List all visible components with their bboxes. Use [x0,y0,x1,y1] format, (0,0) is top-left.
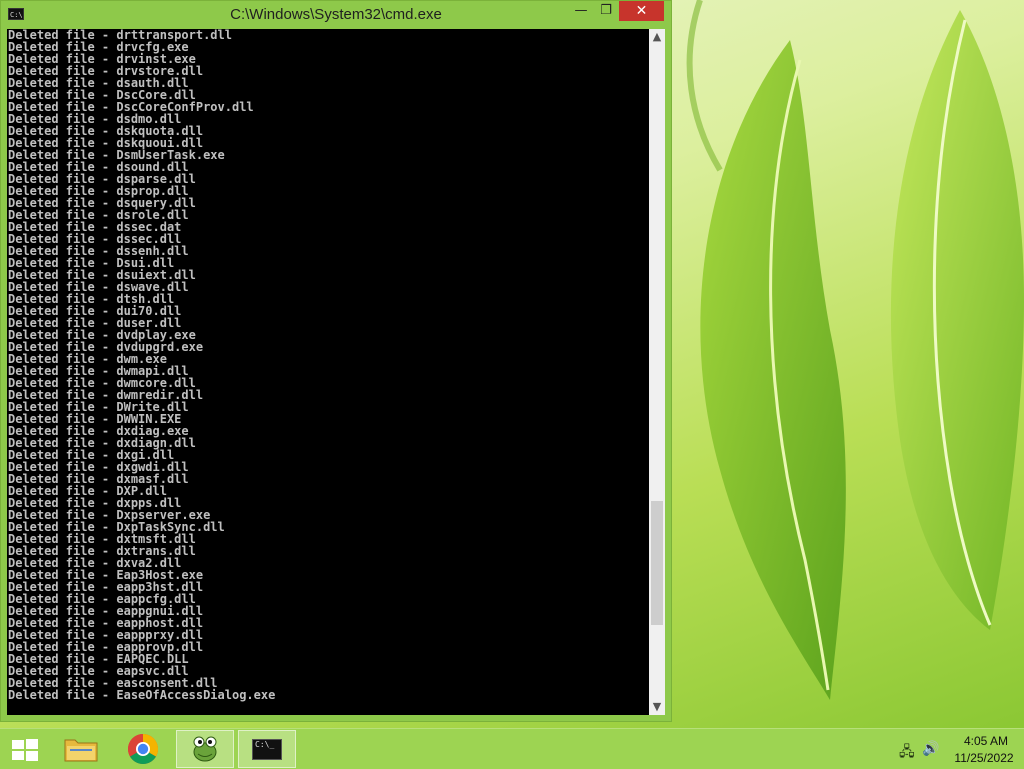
cmd-button[interactable]: C:\_ [238,730,296,768]
minimize-button[interactable]: — [567,1,595,21]
cmd-window: C:\ C:\Windows\System32\cmd.exe — ❐ ✕ De… [0,0,672,722]
network-icon[interactable]: 🖧 [899,741,915,765]
console-line: Deleted file - EaseOfAccessDialog.exe [8,688,276,702]
windows-logo-icon [12,739,38,761]
console-lines: Deleted file - drttransport.dll Deleted f… [7,29,649,701]
clock-time[interactable]: 4:05 AM [955,734,1017,748]
system-tray: 🖧 🔊 4:05 AM 11/25/2022 [895,729,1024,769]
clock-date[interactable]: 11/25/2022 [949,751,1019,765]
console-icon: C:\_ [252,739,282,760]
title-bar[interactable]: C:\ C:\Windows\System32\cmd.exe — ❐ ✕ [1,1,671,29]
frog-icon [193,736,217,762]
file-explorer-button[interactable] [52,730,110,768]
close-button[interactable]: ✕ [619,1,664,21]
chrome-button[interactable] [114,730,172,768]
app-button[interactable] [176,730,234,768]
vertical-scrollbar[interactable]: ▲ ▼ [649,29,665,715]
volume-icon[interactable]: 🔊 [922,741,939,757]
scroll-down-arrow-icon[interactable]: ▼ [649,699,665,715]
scroll-up-arrow-icon[interactable]: ▲ [649,29,665,45]
console-output[interactable]: Deleted file - drttransport.dll Deleted f… [7,29,649,715]
maximize-button[interactable]: ❐ [592,1,620,21]
chrome-icon [127,734,159,765]
scroll-thumb[interactable] [651,501,663,625]
start-button[interactable] [0,730,48,768]
folder-icon [64,739,98,762]
taskbar: C:\_ 🖧 🔊 4:05 AM 11/25/2022 [0,728,1024,769]
